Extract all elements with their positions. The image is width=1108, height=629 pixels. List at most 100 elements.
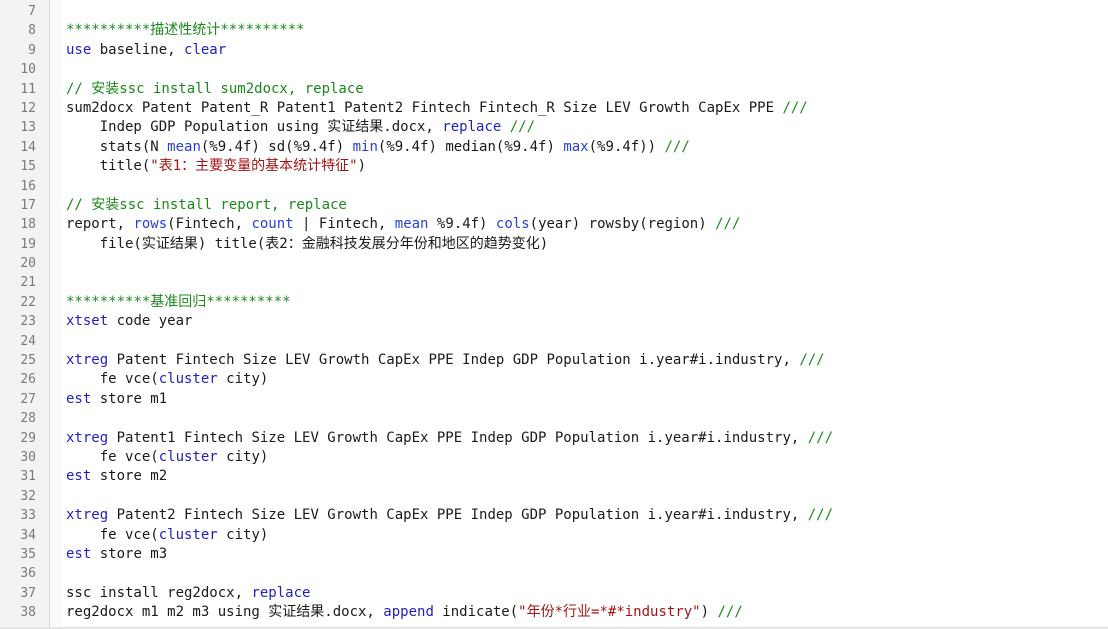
line-number: 22 (20, 294, 36, 310)
code-text[interactable]: xtset code year (66, 312, 192, 331)
code-text[interactable]: **********基准回归********** (66, 293, 291, 312)
line-number: 33 (20, 508, 36, 524)
line-number: 35 (20, 546, 36, 562)
code-token-kw: xtreg (66, 429, 109, 446)
code-line[interactable]: 7 (0, 2, 1108, 21)
line-number: 12 (20, 100, 36, 116)
code-token-plain: store m1 (91, 390, 168, 407)
line-number: 14 (20, 139, 36, 155)
code-line[interactable]: 27 est store m1 (0, 390, 1108, 409)
code-token-plain: (year) rowsby(region) (529, 216, 716, 233)
code-line[interactable]: 25 xtreg Patent Fintech Size LEV Growth C… (0, 351, 1108, 370)
code-line[interactable]: 12 sum2docx Patent Patent_R Patent1 Paten… (0, 99, 1108, 118)
line-number: 28 (20, 411, 36, 427)
line-number: 11 (20, 81, 36, 97)
code-line[interactable]: 22 **********基准回归********** (0, 293, 1108, 312)
code-token-kw: clear (184, 41, 227, 58)
code-text[interactable]: est store m1 (66, 390, 167, 409)
code-text[interactable]: Indep GDP Population using 实证结果.docx, re… (66, 118, 535, 137)
code-line[interactable]: 23 xtset code year (0, 312, 1108, 331)
code-token-plain: fe vce( (66, 526, 159, 543)
code-line[interactable]: 20 (0, 254, 1108, 273)
code-line[interactable]: 10 (0, 60, 1108, 79)
line-number: 23 (20, 314, 36, 330)
code-token-plain: (%9.4f) median(%9.4f) (377, 138, 564, 155)
code-text[interactable]: use baseline, clear (66, 41, 226, 60)
line-number: 32 (20, 488, 36, 504)
code-lines[interactable]: 7 8 **********描述性统计********** 9 use baseline… (0, 2, 1108, 623)
line-number: 10 (20, 62, 36, 78)
line-number: 30 (20, 449, 36, 465)
code-token-plain: file(实证结果) title(表2：金融科技发展分年份和地区的趋势变化) (66, 235, 549, 252)
code-text[interactable]: fe vce(cluster city) (66, 526, 269, 545)
line-number: 37 (20, 585, 36, 601)
code-line[interactable]: 19 file(实证结果) title(表2：金融科技发展分年份和地区的趋势变化… (0, 235, 1108, 254)
code-text[interactable]: stats(N mean(%9.4f) sd(%9.4f) min(%9.4f)… (66, 138, 690, 157)
code-text[interactable]: est store m2 (66, 467, 167, 486)
code-token-com: /// (807, 507, 834, 524)
code-line[interactable]: 17 // 安装ssc install report, replace (0, 196, 1108, 215)
line-number: 20 (20, 256, 36, 272)
code-text[interactable]: report, rows(Fintech, count | Fintech, m… (66, 215, 740, 234)
code-editor[interactable]: 7 8 **********描述性统计********** 9 use baseline… (0, 0, 1108, 629)
code-line[interactable]: 29 xtreg Patent1 Fintech Size LEV Growth … (0, 429, 1108, 448)
code-line[interactable]: 38 reg2docx m1 m2 m3 using 实证结果.docx, app… (0, 603, 1108, 622)
code-line[interactable]: 32 (0, 487, 1108, 506)
code-text[interactable]: xtreg Patent Fintech Size LEV Growth Cap… (66, 351, 825, 370)
code-token-kw: use (66, 41, 92, 58)
code-token-plain: (%9.4f) sd(%9.4f) (200, 138, 353, 155)
code-line[interactable]: 9 use baseline, clear (0, 41, 1108, 60)
code-token-plain: store m2 (91, 468, 168, 485)
code-line[interactable]: 8 **********描述性统计********** (0, 21, 1108, 40)
code-token-plain: city) (217, 371, 269, 388)
code-text[interactable]: reg2docx m1 m2 m3 using 实证结果.docx, appen… (66, 603, 743, 622)
code-line[interactable]: 18 report, rows(Fintech, count | Fintech,… (0, 215, 1108, 234)
code-token-func: cols (495, 216, 530, 233)
code-text[interactable]: est store m3 (66, 545, 167, 564)
code-token-plain: city) (217, 448, 269, 465)
code-token-plain: report, (66, 216, 134, 233)
code-line[interactable]: 16 (0, 177, 1108, 196)
code-line[interactable]: 11 // 安装ssc install sum2docx, replace (0, 80, 1108, 99)
code-token-func: min (352, 138, 378, 155)
code-token-com: /// (807, 429, 834, 446)
code-line[interactable]: 35 est store m3 (0, 545, 1108, 564)
code-text[interactable]: title("表1：主要变量的基本统计特征") (66, 157, 366, 176)
code-token-plain: baseline, (91, 41, 185, 58)
code-text[interactable]: fe vce(cluster city) (66, 448, 269, 467)
code-text[interactable]: **********描述性统计********** (66, 21, 305, 40)
code-text[interactable]: xtreg Patent2 Fintech Size LEV Growth Ca… (66, 506, 833, 525)
code-token-com: // 安装ssc install report, replace (66, 196, 347, 213)
code-token-kw: cluster (158, 371, 218, 388)
code-text[interactable]: ssc install reg2docx, replace (66, 584, 310, 603)
code-line[interactable]: 26 fe vce(cluster city) (0, 370, 1108, 389)
code-line[interactable]: 21 (0, 273, 1108, 292)
code-token-func: mean (167, 138, 201, 155)
code-line[interactable]: 34 fe vce(cluster city) (0, 526, 1108, 545)
code-line[interactable]: 36 (0, 564, 1108, 583)
code-token-kw: replace (251, 584, 311, 601)
code-text[interactable]: sum2docx Patent Patent_R Patent1 Patent2… (66, 99, 808, 118)
code-text[interactable]: // 安装ssc install report, replace (66, 196, 347, 215)
code-line[interactable]: 33 xtreg Patent2 Fintech Size LEV Growth … (0, 506, 1108, 525)
code-line[interactable]: 37 ssc install reg2docx, replace (0, 584, 1108, 603)
line-number: 34 (20, 527, 36, 543)
code-token-plain: sum2docx Patent Patent_R Patent1 Patent2… (66, 99, 783, 116)
code-line[interactable]: 31 est store m2 (0, 467, 1108, 486)
line-number: 29 (20, 430, 36, 446)
code-line[interactable]: 28 (0, 409, 1108, 428)
code-text[interactable]: xtreg Patent1 Fintech Size LEV Growth Ca… (66, 429, 833, 448)
code-text[interactable]: fe vce(cluster city) (66, 370, 269, 389)
code-text[interactable]: file(实证结果) title(表2：金融科技发展分年份和地区的趋势变化) (66, 235, 548, 254)
code-line[interactable]: 15 title("表1：主要变量的基本统计特征") (0, 157, 1108, 176)
code-token-func: mean (394, 216, 429, 233)
code-token-kw: xtreg (66, 507, 109, 524)
code-text[interactable]: // 安装ssc install sum2docx, replace (66, 80, 364, 99)
line-number: 38 (20, 605, 36, 621)
line-number: 26 (20, 372, 36, 388)
code-line[interactable]: 30 fe vce(cluster city) (0, 448, 1108, 467)
line-number: 13 (20, 120, 36, 136)
code-line[interactable]: 13 Indep GDP Population using 实证结果.docx,… (0, 118, 1108, 137)
code-line[interactable]: 24 (0, 332, 1108, 351)
code-line[interactable]: 14 stats(N mean(%9.4f) sd(%9.4f) min(%9.… (0, 138, 1108, 157)
